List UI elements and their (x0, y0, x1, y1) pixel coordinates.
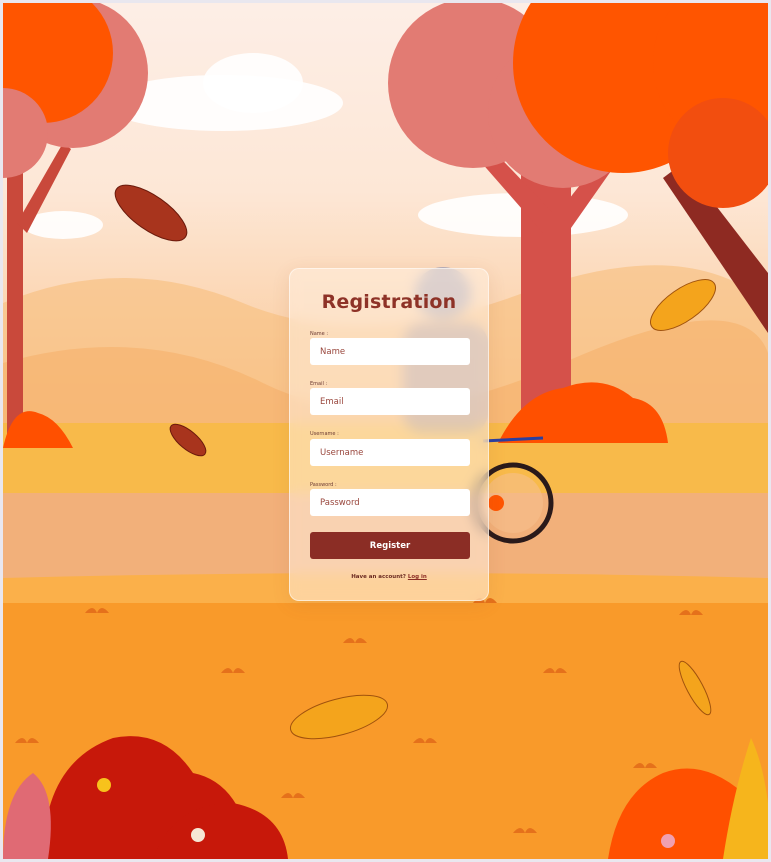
email-label: Email : (310, 381, 328, 387)
login-prompt: Have an account? Log in (290, 574, 488, 580)
form-title: Registration (321, 291, 457, 313)
username-label: Username : (310, 431, 339, 437)
registration-card: Registration Name : Email : Username : P… (289, 268, 489, 601)
password-input[interactable] (310, 489, 470, 516)
autumn-background-illustration: Registration Name : Email : Username : P… (3, 3, 768, 859)
email-input[interactable] (310, 388, 470, 415)
username-input[interactable] (310, 439, 470, 466)
have-account-text: Have an account? (351, 574, 406, 580)
login-link[interactable]: Log in (408, 574, 427, 580)
register-button[interactable]: Register (310, 532, 470, 559)
name-input[interactable] (310, 338, 470, 365)
password-label: Password : (310, 482, 337, 488)
name-label: Name : (310, 331, 329, 337)
